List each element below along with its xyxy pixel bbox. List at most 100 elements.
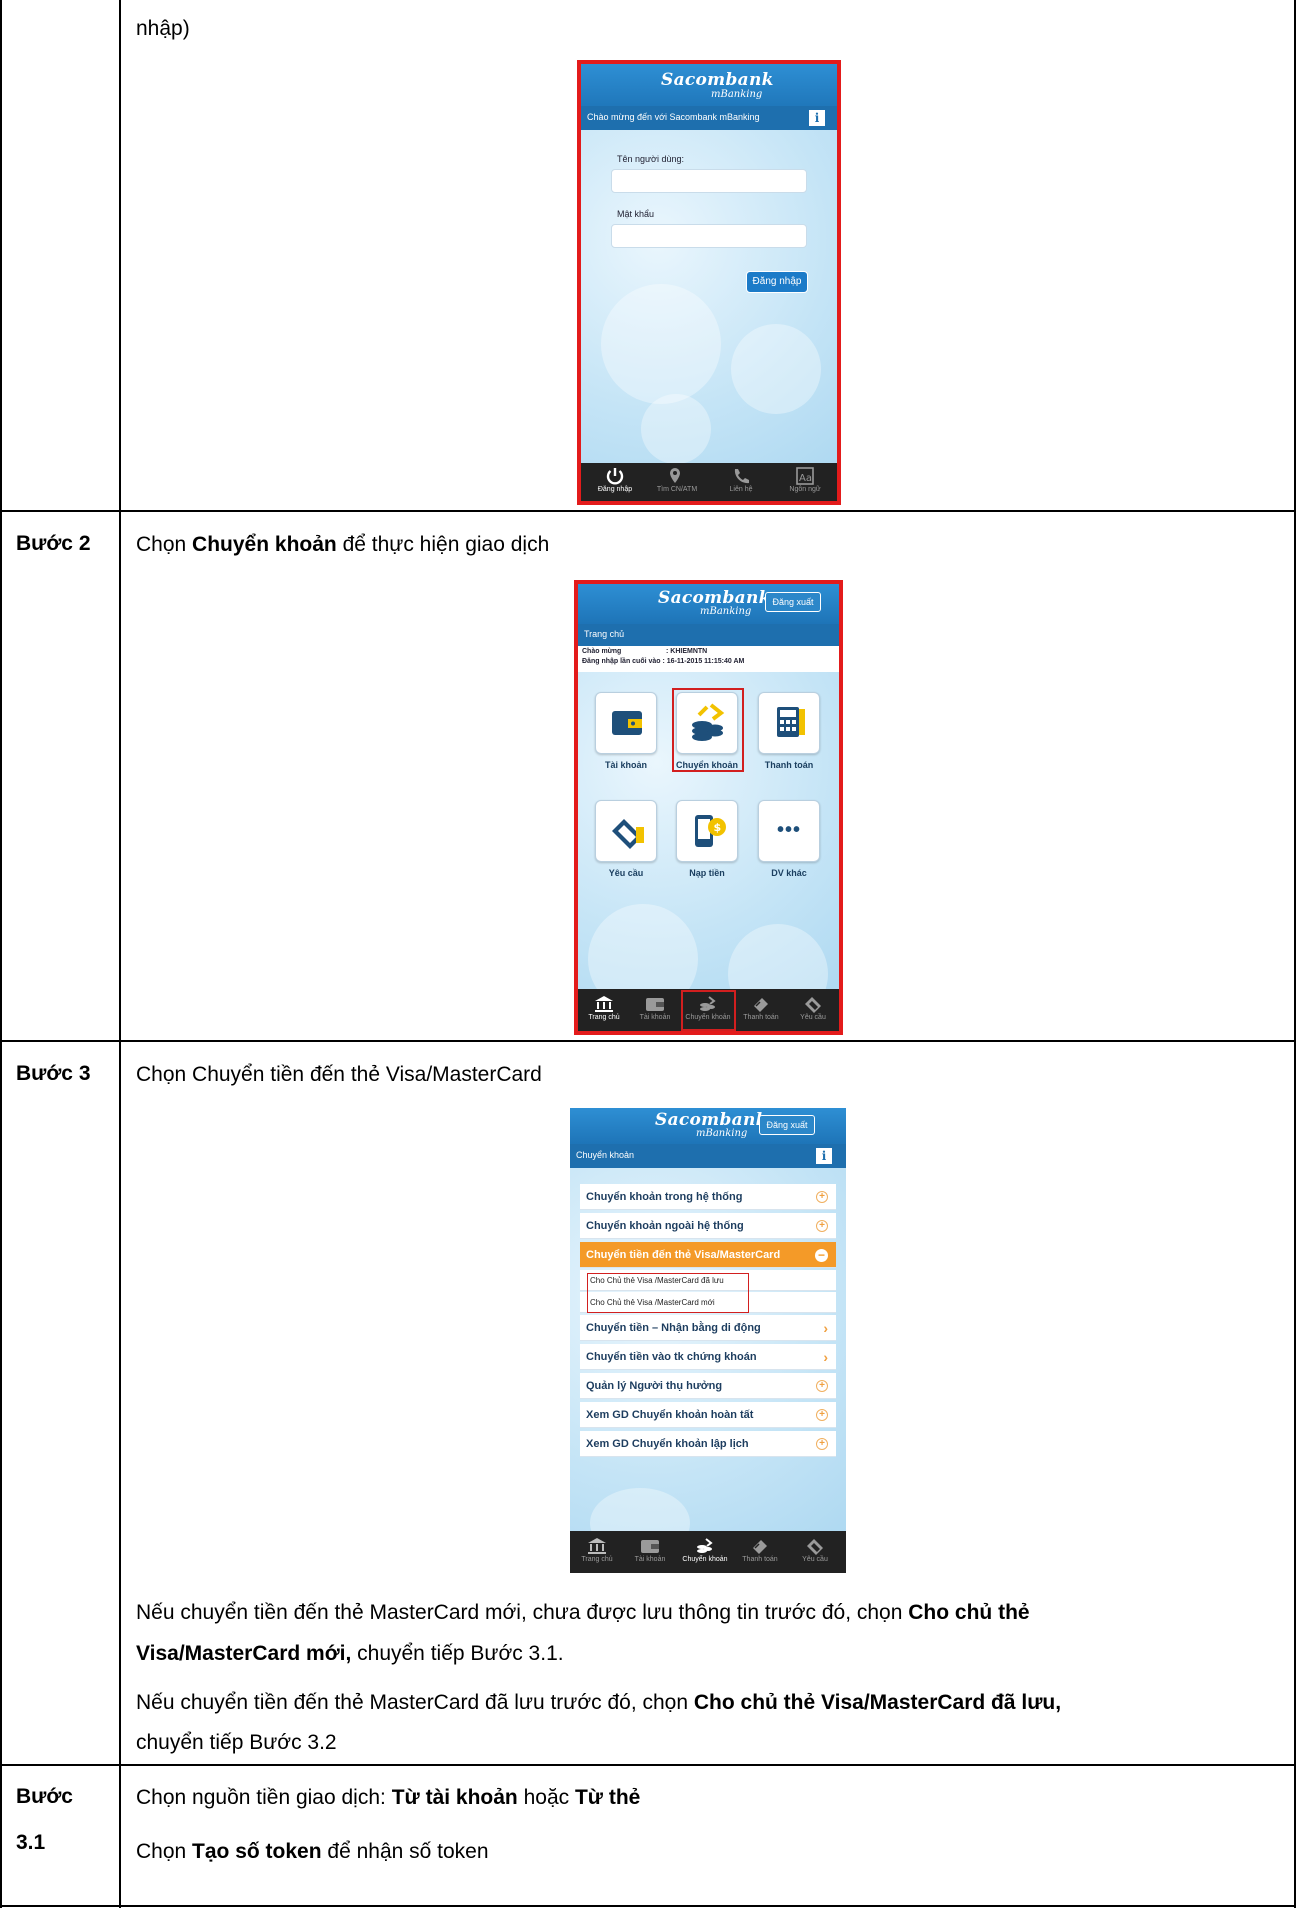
highlight-transfer-tab [681, 990, 736, 1031]
highlight-card-options [587, 1273, 749, 1313]
greeting-line-2: Đăng nhập lần cuối vào : 16-11-2015 11:1… [582, 658, 745, 665]
menu-item-visa-mastercard[interactable]: Chuyển tiền đến thẻ Visa/MasterCard − [580, 1242, 836, 1268]
table-row-divider-1 [0, 510, 1296, 512]
power-icon [606, 468, 624, 485]
payment-icon [754, 998, 768, 1012]
tab-request[interactable]: Yêu cầu [788, 989, 838, 1021]
greeting-block: Chào mừng : KHIEMNTN Đăng nhập lần cuối … [578, 646, 839, 672]
more-dots-icon: ••• [776, 819, 801, 841]
collapse-icon: − [815, 1249, 828, 1262]
tab-payment[interactable]: Thanh toán [734, 1531, 786, 1563]
tile-payment[interactable] [758, 692, 820, 754]
expand-icon: + [816, 1409, 828, 1421]
tab-language[interactable]: Aa Ngôn ngữ [775, 463, 835, 493]
chevron-right-icon: › [823, 1320, 828, 1336]
tab-label: Tìm CN/ATM [656, 486, 698, 493]
menu-item-label: Chuyển khoản ngoài hệ thống [586, 1220, 744, 1232]
menu-item-securities[interactable]: Chuyển tiền vào tk chứng khoán › [580, 1344, 836, 1370]
tab-label: Yêu cầu [800, 1014, 826, 1021]
brand-logo: Sacombank [658, 588, 771, 608]
page-bar-title: Chuyển khoản [576, 1150, 635, 1160]
step3-note1-line2: Visa/MasterCard mới, chuyển tiếp Bước 3.… [136, 1641, 564, 1667]
table-border-bottom [0, 1905, 1296, 1907]
welcome-bar: Chào mừng đến với Sacombank mBanking i [581, 106, 837, 130]
tab-request[interactable]: Yêu cầu [788, 1531, 842, 1563]
menu-item-mobile-transfer[interactable]: Chuyển tiền – Nhận bằng di động › [580, 1315, 836, 1341]
request-icon [805, 997, 821, 1013]
transfer-icon [697, 1538, 713, 1553]
home-screenshot: Sacombank mBanking Đăng xuất Trang chủ C… [574, 580, 843, 1035]
mobile-topup-icon: $ [695, 815, 726, 847]
expand-icon: + [816, 1438, 828, 1450]
menu-item-label: Chuyển khoản trong hệ thống [586, 1191, 743, 1203]
step2-instruction-suffix: để thực hiện giao dịch [336, 533, 550, 556]
tab-label: Trang chủ [581, 1556, 613, 1563]
menu-item-beneficiaries[interactable]: Quản lý Người thụ hưởng + [580, 1373, 836, 1399]
tab-label: Thanh toán [742, 1556, 778, 1563]
tile-request[interactable] [595, 800, 657, 862]
card-request-icon [612, 819, 644, 849]
menu-item-scheduled[interactable]: Xem GD Chuyển khoản lập lịch + [580, 1431, 836, 1457]
note-bold: Visa/MasterCard mới, [136, 1642, 352, 1665]
menu-item-label: Xem GD Chuyển khoản hoàn tất [586, 1409, 754, 1421]
table-row-divider-3 [0, 1764, 1296, 1766]
tab-transfer[interactable]: Chuyển khoản [678, 1531, 732, 1563]
expand-icon: + [816, 1220, 828, 1232]
step31-label-line2: 3.1 [16, 1831, 46, 1854]
tab-home[interactable]: Trang chủ [580, 989, 628, 1021]
tile-label: DV khác [771, 868, 807, 878]
username-input[interactable] [611, 169, 807, 193]
tile-account[interactable] [595, 692, 657, 754]
logout-button[interactable]: Đăng xuất [765, 592, 821, 612]
language-icon: Aa [796, 467, 814, 485]
step31-text: Chọn [136, 1840, 193, 1863]
step2-instruction: Chọn Chuyển khoản để thực hiện giao dịch [136, 532, 549, 558]
tile-other-services[interactable]: ••• [758, 800, 820, 862]
step31-label-line1: Bước [16, 1785, 73, 1808]
greeting-line-1: Chào mừng : KHIEMNTN [582, 648, 708, 655]
step31-bold: Từ thẻ [574, 1786, 641, 1809]
step3-note1-line1: Nếu chuyển tiền đến thẻ MasterCard mới, … [136, 1600, 1030, 1626]
step31-text: Chọn nguồn tiền giao dịch: [136, 1786, 392, 1809]
step31-text: để nhận số token [321, 1840, 489, 1863]
welcome-text: Chào mừng đến với Sacombank mBanking [587, 112, 760, 122]
wallet-icon [641, 1540, 659, 1553]
menu-item-external-transfer[interactable]: Chuyển khoản ngoài hệ thống + [580, 1213, 836, 1239]
step3-note2-line2: chuyển tiếp Bước 3.2 [136, 1731, 337, 1754]
tile-topup[interactable]: $ [676, 800, 738, 862]
info-icon[interactable]: i [816, 1148, 832, 1164]
map-pin-icon [670, 468, 680, 483]
brand-sub: mBanking [711, 89, 763, 100]
table-column-divider [119, 0, 121, 1908]
menu-item-label: Chuyển tiền – Nhận bằng di động [586, 1322, 761, 1334]
login-screenshot: Sacombank mBanking Chào mừng đến với Sac… [577, 60, 841, 505]
tab-label: Trang chủ [588, 1014, 620, 1021]
step31-line1: Chọn nguồn tiền giao dịch: Từ tài khoản … [136, 1785, 640, 1811]
tab-account[interactable]: Tài khoản [624, 1531, 676, 1563]
tab-home[interactable]: Trang chủ [572, 1531, 622, 1563]
menu-item-completed[interactable]: Xem GD Chuyển khoản hoàn tất + [580, 1402, 836, 1428]
page-bar-title: Trang chủ [584, 629, 625, 639]
table-row-divider-2 [0, 1040, 1296, 1042]
tab-find-atm[interactable]: Tìm CN/ATM [647, 463, 707, 493]
logout-button[interactable]: Đăng xuất [759, 1115, 815, 1135]
tab-label: Đăng nhập [597, 486, 633, 493]
login-tabbar: Đăng nhập Tìm CN/ATM Liên hệ Aa Ngôn ngữ [581, 463, 837, 501]
menu-item-internal-transfer[interactable]: Chuyển khoản trong hệ thống + [580, 1184, 836, 1210]
note-text: Nếu chuyển tiền đến thẻ MasterCard mới, … [136, 1601, 909, 1624]
phone-icon [734, 469, 749, 484]
svg-text:Aa: Aa [799, 473, 812, 484]
tab-account[interactable]: Tài khoản [630, 989, 680, 1021]
step31-bold: Tạo số token [192, 1840, 322, 1863]
step3-label: Bước 3 [16, 1062, 91, 1085]
tab-payment[interactable]: Thanh toán [736, 989, 786, 1021]
login-button[interactable]: Đăng nhập [746, 271, 808, 293]
tab-login[interactable]: Đăng nhập [585, 463, 645, 493]
tab-contact[interactable]: Liên hệ [711, 463, 771, 493]
bank-icon [595, 996, 613, 1012]
password-input[interactable] [611, 224, 807, 248]
info-icon[interactable]: i [809, 110, 825, 126]
brand-sub: mBanking [696, 1128, 748, 1139]
note-text: chuyển tiếp Bước 3.1. [351, 1642, 564, 1665]
step2-instruction-prefix: Chọn [136, 533, 193, 556]
